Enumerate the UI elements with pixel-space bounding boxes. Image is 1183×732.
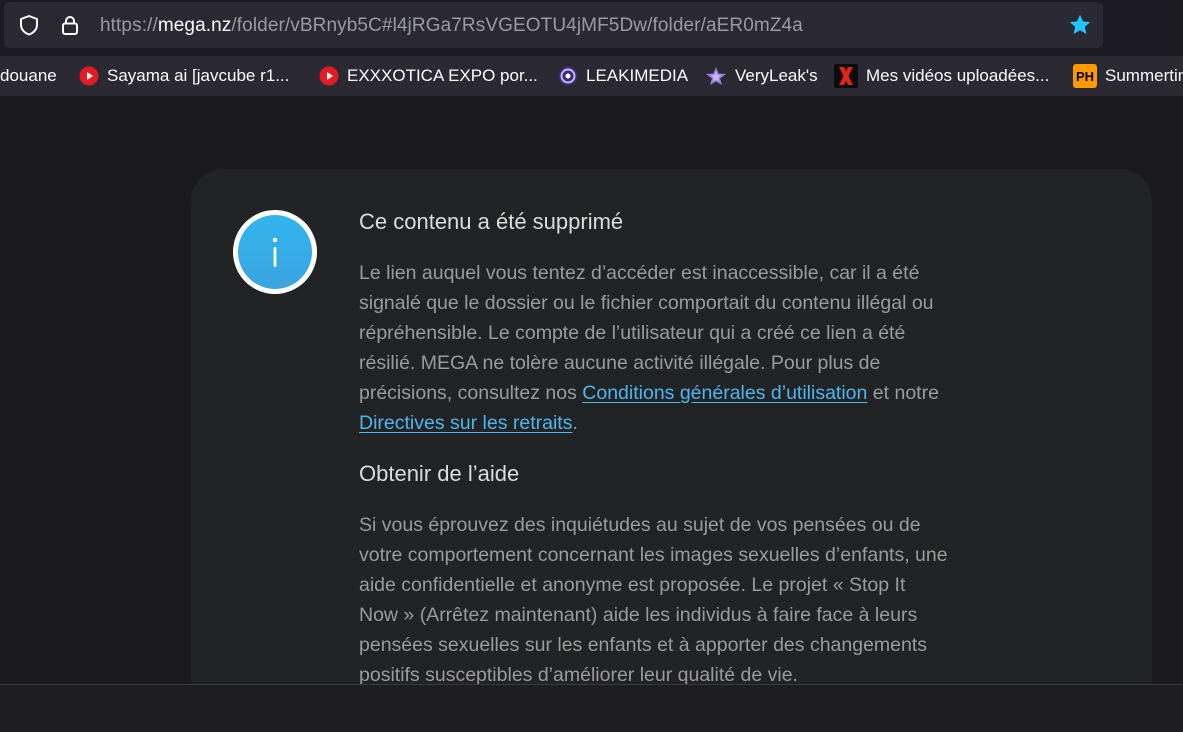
bookmark-label: EXXXOTICA EXPO por...: [347, 66, 538, 85]
ph-logo-icon: PH: [1073, 64, 1097, 88]
body-line: signalé que le dossier ou le fichier com…: [359, 292, 934, 314]
svg-text:PH: PH: [1076, 69, 1094, 84]
bookmark-sayama[interactable]: Sayama ai [javcube r1...: [79, 64, 289, 88]
youtube-play-icon: [319, 66, 339, 86]
bookmark-label: Sayama ai [javcube r1...: [107, 66, 290, 85]
veryleak-star-icon: [705, 66, 727, 86]
body-text: .: [572, 412, 578, 434]
bookmark-leakimedia[interactable]: LEAKIMEDIA: [558, 64, 688, 88]
notice-title: Ce contenu a été supprimé: [359, 209, 624, 234]
bookmark-douane[interactable]: douane: [0, 64, 57, 88]
bookmarks-toolbar: douane Sayama ai [javcube r1... EXXXOTIC…: [0, 56, 1183, 96]
bookmark-label: Mes vidéos uploadées...: [866, 66, 1050, 85]
body-line: Le lien auquel vous tentez d’accéder est…: [359, 262, 920, 284]
page-content: Ce contenu a été supprimé Le lien auquel…: [0, 96, 1183, 684]
help-line: positifs susceptibles d’améliorer leur q…: [359, 664, 798, 684]
help-body: Si vous éprouvez des inquiétudes au suje…: [359, 510, 1049, 684]
bookmark-label: LEAKIMEDIA: [586, 66, 689, 85]
body-line: précisions, consultez nos Conditions gén…: [359, 378, 1049, 408]
bookmark-xvideos[interactable]: Mes vidéos uploadées...: [834, 64, 1049, 88]
bookmark-veryleak[interactable]: VeryLeak's: [705, 64, 818, 88]
lock-icon[interactable]: [59, 14, 81, 36]
help-line: Now » (Arrêtez maintenant) aide les indi…: [359, 604, 918, 626]
help-title: Obtenir de l’aide: [359, 461, 520, 486]
bookmark-label: douane: [0, 66, 57, 85]
body-text: et notre: [867, 382, 939, 404]
url-domain: mega.nz: [157, 15, 232, 36]
body-text: précisions, consultez nos: [359, 382, 583, 404]
x-logo-icon: [834, 64, 858, 88]
browser-toolbar: https://mega.nz/folder/vBRnyb5C#l4jRGa7R…: [0, 0, 1183, 56]
bookmark-summertin[interactable]: PH Summertin: [1073, 64, 1183, 88]
info-icon: [233, 210, 317, 294]
bottom-bar: [0, 684, 1183, 732]
takedown-guidance-link[interactable]: Directives sur les retraits: [359, 412, 572, 434]
terms-link[interactable]: Conditions générales d’utilisation: [582, 382, 867, 404]
url-prefix: https://: [100, 15, 158, 36]
bookmark-star-icon[interactable]: [1068, 13, 1092, 37]
body-line: Directives sur les retraits.: [359, 408, 1049, 438]
youtube-play-icon: [79, 66, 99, 86]
body-line: résilié. MEGA ne tolère aucune activité …: [359, 352, 881, 374]
notice-body: Le lien auquel vous tentez d’accéder est…: [359, 258, 1049, 438]
bookmark-label: VeryLeak's: [735, 66, 818, 85]
body-line: répréhensible. Le compte de l’utilisateu…: [359, 322, 906, 344]
help-line: aide confidentielle et anonyme est propo…: [359, 574, 906, 596]
address-bar[interactable]: https://mega.nz/folder/vBRnyb5C#l4jRGa7R…: [4, 2, 1103, 48]
shield-icon[interactable]: [18, 14, 40, 36]
notice-card: Ce contenu a été supprimé Le lien auquel…: [191, 169, 1152, 684]
bookmark-exxxotica[interactable]: EXXXOTICA EXPO por...: [319, 64, 538, 88]
bookmark-label: Summertin: [1105, 66, 1183, 85]
url-path: /folder/vBRnyb5C#l4jRGa7RsVGEOTU4jMF5Dw/…: [231, 15, 803, 36]
leakimedia-logo-icon: [558, 66, 578, 86]
help-line: Si vous éprouvez des inquiétudes au suje…: [359, 514, 921, 536]
url-text[interactable]: https://mega.nz/folder/vBRnyb5C#l4jRGa7R…: [100, 15, 803, 37]
help-line: pensées sexuelles sur les enfants et à a…: [359, 634, 928, 656]
help-line: votre comportement concernant les images…: [359, 544, 948, 566]
